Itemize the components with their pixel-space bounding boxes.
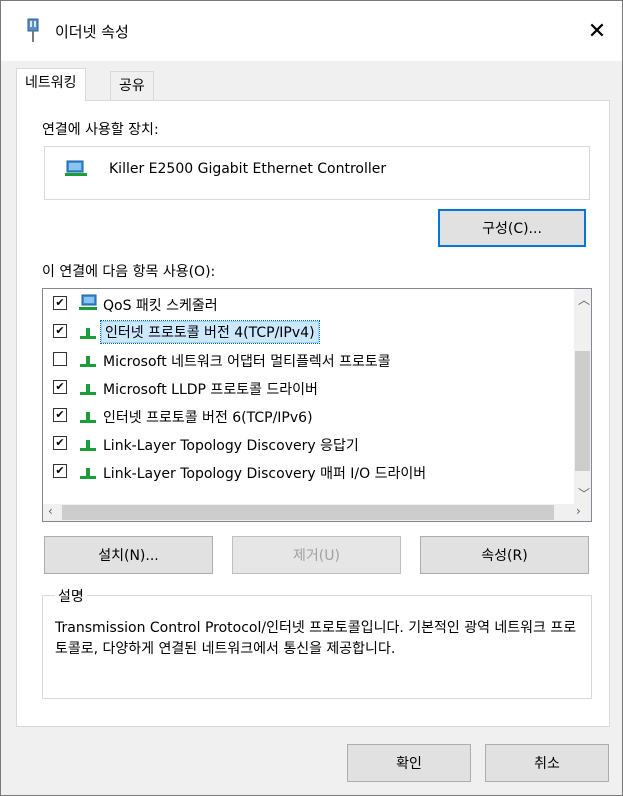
checkbox-lltd-responder[interactable]: ✔ (53, 436, 67, 450)
list-item[interactable]: ✔ Microsoft LLDP 프로토콜 드라이버 (43, 374, 567, 402)
network-adapter-icon (27, 18, 39, 42)
chevron-up-icon[interactable]: ︿ (578, 291, 590, 308)
protocol-icon (80, 468, 96, 479)
checkbox-lltd-mapper[interactable]: ✔ (53, 464, 67, 478)
description-group: 설명 Transmission Control Protocol/인터넷 프로토… (42, 586, 592, 699)
configure-button[interactable]: 구성(C)... (438, 209, 586, 247)
list-item[interactable]: ✔ Link-Layer Topology Discovery 매퍼 I/O 드… (43, 458, 567, 486)
vertical-scrollbar[interactable]: ︿ ﹀ (574, 289, 591, 504)
list-item[interactable]: ✔ Link-Layer Topology Discovery 응답기 (43, 430, 567, 458)
close-button[interactable]: ✕ (572, 1, 622, 61)
list-item[interactable]: ✔ 인터넷 프로토콜 버전 4(TCP/IPv4) (43, 318, 567, 346)
description-text: Transmission Control Protocol/인터넷 프로토콜입니… (55, 620, 577, 657)
items-label: 이 연결에 다음 항목 사용(O): (42, 264, 216, 280)
vertical-scroll-thumb[interactable] (575, 351, 590, 471)
window-title: 이더넷 속성 (55, 23, 129, 41)
cancel-button[interactable]: 취소 (485, 744, 609, 782)
ok-button[interactable]: 확인 (347, 744, 471, 782)
checkbox-ipv6[interactable]: ✔ (53, 408, 67, 422)
checkbox-ipv4[interactable]: ✔ (53, 324, 67, 338)
chevron-left-icon[interactable]: ‹ (48, 504, 53, 518)
protocol-icon (80, 384, 96, 395)
list-item[interactable]: ✔ QoS 패킷 스케줄러 (43, 290, 567, 318)
connect-using-label: 연결에 사용할 장치: (42, 122, 159, 138)
list-item[interactable]: ✔ 인터넷 프로토콜 버전 6(TCP/IPv6) (43, 402, 567, 430)
list-item-label: QoS 패킷 스케줄러 (103, 298, 218, 314)
protocol-icon (80, 412, 96, 423)
horizontal-scroll-thumb[interactable] (62, 505, 554, 520)
uninstall-button[interactable]: 제거(U) (232, 536, 401, 574)
tab-sharing[interactable]: 공유 (110, 71, 154, 101)
chevron-right-icon[interactable]: › (576, 504, 581, 518)
checkbox-qos[interactable]: ✔ (53, 296, 67, 310)
list-item-label: Microsoft LLDP 프로토콜 드라이버 (103, 382, 318, 398)
components-list[interactable]: ✔ QoS 패킷 스케줄러 ✔ 인터넷 프로토콜 버전 4(TCP/IPv4) (42, 288, 592, 522)
list-item[interactable]: Microsoft 네트워크 어댑터 멀티플렉서 프로토콜 (43, 346, 567, 374)
protocol-icon (80, 328, 96, 339)
checkbox-multiplexor[interactable] (53, 352, 67, 366)
properties-button[interactable]: 속성(R) (420, 536, 589, 574)
list-item-label: Link-Layer Topology Discovery 응답기 (103, 438, 359, 454)
ethernet-properties-dialog: 이더넷 속성 ✕ 네트워킹 공유 연결에 사용할 장치: Killer E250… (0, 0, 623, 796)
chevron-down-icon[interactable]: ﹀ (578, 485, 590, 502)
protocol-icon (80, 356, 96, 367)
device-name: Killer E2500 Gigabit Ethernet Controller (109, 161, 387, 177)
list-item-label: 인터넷 프로토콜 버전 6(TCP/IPv6) (103, 410, 313, 426)
device-box: Killer E2500 Gigabit Ethernet Controller (44, 146, 590, 200)
tab-networking[interactable]: 네트워킹 (16, 68, 86, 101)
tab-panel: 연결에 사용할 장치: Killer E2500 Gigabit Etherne… (16, 100, 610, 727)
description-title: 설명 (55, 586, 87, 606)
horizontal-scrollbar[interactable]: ‹ › (43, 504, 591, 521)
title-bar: 이더넷 속성 ✕ (1, 1, 622, 61)
network-card-icon (65, 160, 87, 176)
list-item-label: Microsoft 네트워크 어댑터 멀티플렉서 프로토콜 (103, 354, 391, 370)
list-item-label: Link-Layer Topology Discovery 매퍼 I/O 드라이… (103, 466, 427, 482)
checkbox-lldp[interactable]: ✔ (53, 380, 67, 394)
list-item-label: 인터넷 프로토콜 버전 4(TCP/IPv4) (100, 320, 320, 344)
qos-network-icon (79, 294, 97, 310)
protocol-icon (80, 440, 96, 451)
install-button[interactable]: 설치(N)... (44, 536, 213, 574)
